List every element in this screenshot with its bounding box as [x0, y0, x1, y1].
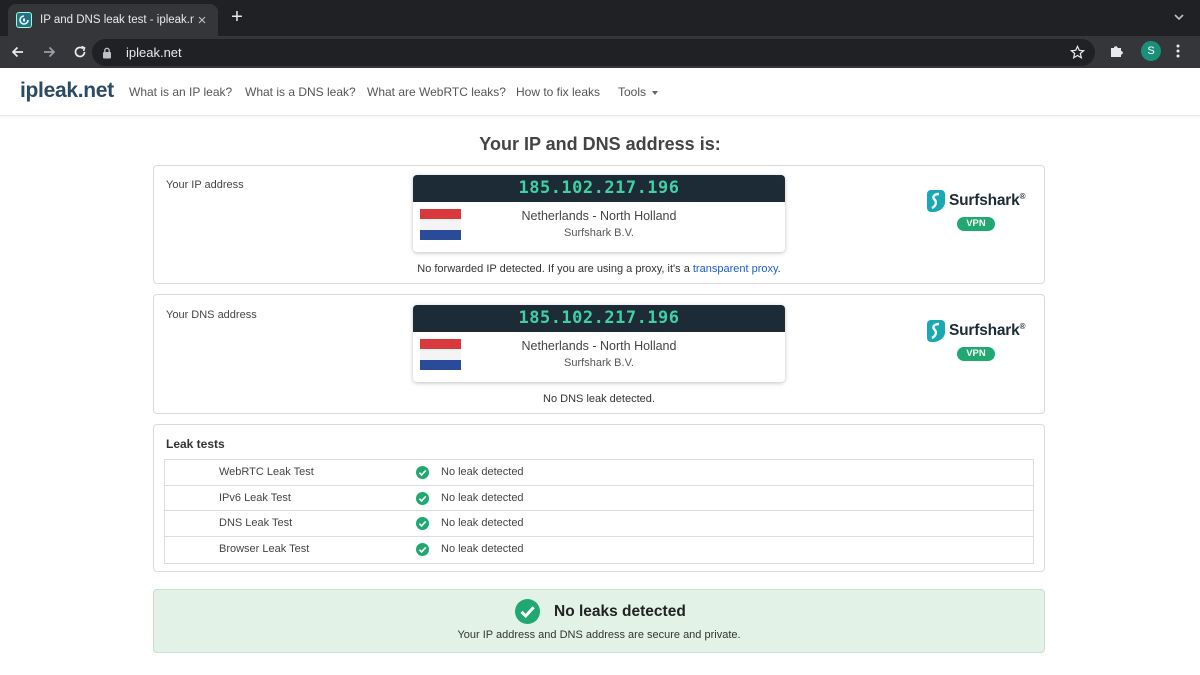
surfshark-logo-icon: [927, 320, 945, 342]
registered-mark: ®: [1019, 192, 1026, 201]
vpn-badge: VPN: [957, 347, 995, 361]
dns-location: Netherlands - North Holland: [521, 339, 677, 353]
brand-name: Surfshark®: [949, 192, 1025, 210]
site-logo[interactable]: ipleak.net: [20, 79, 114, 103]
leak-test-status: No leak detected: [441, 543, 524, 556]
note-period: .: [777, 263, 781, 275]
browser-tab[interactable]: IP and DNS leak test - ipleak.net ×: [8, 4, 218, 36]
leak-tests-title: Leak tests: [166, 437, 225, 451]
ip-card-note: No forwarded IP detected. If you are usi…: [154, 263, 1044, 275]
tab-search-chevron-down-icon[interactable]: [1172, 10, 1186, 24]
transparent-proxy-link[interactable]: transparent proxy: [693, 263, 778, 275]
leak-test-status: No leak detected: [441, 491, 524, 504]
dns-address-value: 185.102.217.196: [413, 305, 785, 332]
brand-name: Surfshark®: [949, 322, 1025, 340]
ip-location: Netherlands - North Holland: [521, 209, 677, 223]
ip-address-card: Your IP address 185.102.217.196 Netherla…: [153, 165, 1045, 284]
leak-tests-table: WebRTC Leak Test No leak detected IPv6 L…: [164, 459, 1034, 564]
table-row: IPv6 Leak Test No leak detected: [165, 486, 1033, 512]
table-row: WebRTC Leak Test No leak detected: [165, 460, 1033, 486]
check-circle-icon: [416, 491, 429, 505]
surfshark-vpn-brand[interactable]: Surfshark® VPN: [926, 189, 1026, 231]
new-tab-plus-icon[interactable]: +: [226, 6, 248, 28]
bookmark-star-icon[interactable]: [1070, 45, 1085, 60]
dns-isp: Surfshark B.V.: [564, 357, 634, 369]
site-header: ipleak.net What is an IP leak? What is a…: [0, 68, 1200, 116]
forwarded-ip-note: No forwarded IP detected. If you are usi…: [417, 263, 693, 275]
surfshark-logo-icon: [927, 190, 945, 212]
no-leaks-summary: No leaks detected Your IP address and DN…: [153, 589, 1045, 653]
check-circle-icon: [416, 517, 429, 531]
table-row: Browser Leak Test No leak detected: [165, 537, 1033, 563]
back-arrow-icon[interactable]: [5, 39, 31, 65]
brand-name-text: Surfshark: [949, 322, 1020, 339]
surfshark-vpn-brand[interactable]: Surfshark® VPN: [926, 319, 1026, 361]
profile-avatar[interactable]: S: [1141, 41, 1161, 61]
browser-tabstrip: IP and DNS leak test - ipleak.net × +: [0, 0, 1200, 36]
summary-subtitle: Your IP address and DNS address are secu…: [457, 629, 741, 641]
check-circle-icon: [416, 466, 429, 479]
leak-test-name: Browser Leak Test: [219, 543, 310, 556]
extensions-puzzle-icon[interactable]: [1108, 42, 1126, 60]
caret-down-icon: [652, 90, 659, 95]
nav-what-is-ip-leak[interactable]: What is an IP leak?: [129, 85, 232, 99]
ip-info-box: 185.102.217.196 Netherlands - North Holl…: [413, 175, 785, 252]
tab-title: IP and DNS leak test - ipleak.net: [40, 14, 194, 26]
forward-arrow-icon[interactable]: [36, 39, 62, 65]
table-row: DNS Leak Test No leak detected: [165, 511, 1033, 538]
tab-close-icon[interactable]: ×: [194, 12, 210, 29]
leak-test-name: IPv6 Leak Test: [219, 491, 291, 504]
nav-tools-dropdown[interactable]: Tools: [618, 85, 659, 99]
dns-card-note: No DNS leak detected.: [543, 393, 655, 405]
registered-mark: ®: [1019, 322, 1026, 331]
dns-info-box: 185.102.217.196 Netherlands - North Holl…: [413, 305, 785, 382]
address-bar[interactable]: ipleak.net: [92, 39, 1095, 66]
dns-address-card: Your DNS address 185.102.217.196 Netherl…: [153, 294, 1045, 414]
nav-tools-label: Tools: [618, 85, 647, 99]
page-title: Your IP and DNS address is:: [479, 134, 721, 154]
lock-icon: [103, 47, 111, 58]
brand-name-text: Surfshark: [949, 192, 1020, 209]
leak-test-status: No leak detected: [441, 517, 524, 530]
ip-card-label: Your IP address: [166, 179, 244, 191]
leak-test-name: WebRTC Leak Test: [219, 466, 314, 478]
site-favicon-icon: [16, 12, 32, 28]
leak-tests-card: Leak tests WebRTC Leak Test No leak dete…: [153, 424, 1045, 572]
ip-address-value: 185.102.217.196: [413, 175, 785, 202]
check-circle-icon: [515, 599, 540, 624]
check-circle-icon: [416, 543, 429, 557]
browser-menu-icon[interactable]: [1176, 44, 1180, 58]
nav-how-to-fix-leaks[interactable]: How to fix leaks: [516, 85, 600, 99]
leak-test-status: No leak detected: [441, 466, 524, 478]
url-text: ipleak.net: [126, 45, 182, 60]
reload-icon[interactable]: [67, 39, 93, 65]
nav-what-is-dns-leak[interactable]: What is a DNS leak?: [245, 85, 356, 99]
leak-test-name: DNS Leak Test: [219, 517, 293, 530]
vpn-badge: VPN: [957, 217, 995, 231]
nav-what-are-webrtc-leaks[interactable]: What are WebRTC leaks?: [367, 85, 506, 99]
browser-toolbar: ipleak.net: [0, 36, 1200, 68]
dns-card-label: Your DNS address: [166, 309, 257, 321]
summary-title: No leaks detected: [554, 603, 686, 620]
ip-isp: Surfshark B.V.: [564, 227, 634, 239]
